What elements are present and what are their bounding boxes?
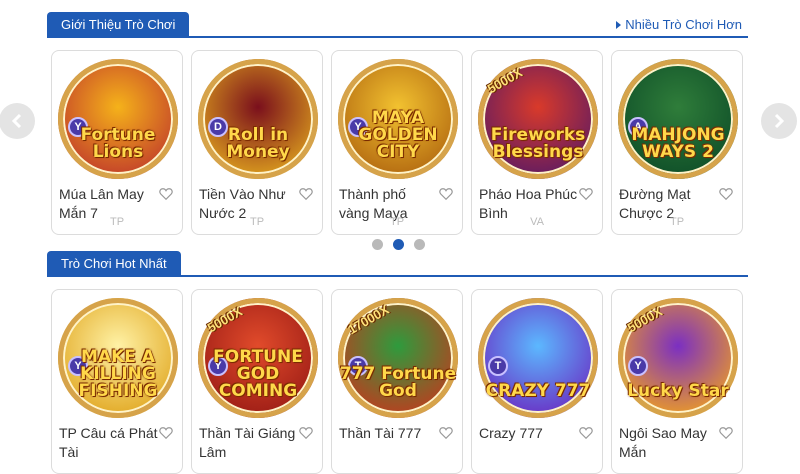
game-logo-text: CRAZY 777 bbox=[485, 381, 591, 401]
more-games-label: Nhiều Trò Chơi Hơn bbox=[625, 17, 742, 32]
carousel-prev-button[interactable] bbox=[0, 103, 35, 139]
chevron-right-icon bbox=[774, 113, 785, 129]
favorite-heart-icon[interactable] bbox=[719, 187, 733, 201]
game-logo-text: MAKE A KILLING FISHING bbox=[78, 347, 158, 401]
favorite-heart-icon[interactable] bbox=[579, 426, 593, 440]
game-logo-text: FORTUNE GOD COMING bbox=[213, 347, 303, 401]
favorite-heart-icon[interactable] bbox=[299, 187, 313, 201]
game-logo-text: 777 Fortune God bbox=[339, 364, 457, 401]
carousel-dots bbox=[372, 239, 425, 250]
game-provider: VA bbox=[530, 216, 544, 228]
hot-section-title: Trò Chơi Hot Nhất bbox=[47, 251, 181, 277]
game-thumbnail[interactable]: 5000X Fireworks Blessings bbox=[478, 59, 598, 179]
game-card[interactable]: 17000X T 777 Fortune God Thần Tài 777 bbox=[331, 289, 463, 474]
hot-section-header: Trò Chơi Hot Nhất bbox=[47, 251, 748, 277]
game-card[interactable]: 5000X Y Lucky Star Ngôi Sao May Mắn bbox=[611, 289, 743, 474]
intro-games-list: Y Fortune Lions Múa Lân May Mắn 7 TP D Roll i… bbox=[51, 50, 743, 235]
favorite-heart-icon[interactable] bbox=[439, 187, 453, 201]
game-card[interactable]: 5000X Y FORTUNE GOD COMING Thần Tài Giáng L… bbox=[191, 289, 323, 474]
game-thumbnail[interactable]: T CRAZY 777 bbox=[478, 298, 598, 418]
caret-right-icon bbox=[616, 20, 622, 29]
game-tier-badge: T bbox=[488, 356, 508, 376]
game-name[interactable]: Crazy 777 bbox=[479, 424, 579, 443]
chevron-left-icon bbox=[11, 113, 22, 129]
intro-section-header: Giới Thiệu Trò Chơi Nhiều Trò Chơi Hơn bbox=[47, 12, 748, 38]
game-thumbnail[interactable]: Y Fortune Lions bbox=[58, 59, 178, 179]
intro-section-title: Giới Thiệu Trò Chơi bbox=[47, 12, 190, 38]
game-tier-badge: Y bbox=[628, 356, 648, 376]
game-card[interactable]: A MAHJONG WAYS 2 Đường Mạt Chược 2 TP bbox=[611, 50, 743, 235]
game-card[interactable]: D Roll in Money Tiền Vào Như Nước 2 TP bbox=[191, 50, 323, 235]
game-logo-text: MAYA GOLDEN CITY bbox=[358, 108, 438, 162]
game-thumbnail[interactable]: 5000X Y Lucky Star bbox=[618, 298, 738, 418]
carousel-dot[interactable] bbox=[393, 239, 404, 250]
game-card[interactable]: Y Fortune Lions Múa Lân May Mắn 7 TP bbox=[51, 50, 183, 235]
game-provider: TP bbox=[109, 216, 125, 228]
game-logo-text: Fortune Lions bbox=[80, 125, 156, 162]
game-card[interactable]: Y MAYA GOLDEN CITY Thành phố vàng Maya TP bbox=[331, 50, 463, 235]
game-thumbnail[interactable]: Y MAKE A KILLING FISHING bbox=[58, 298, 178, 418]
game-name[interactable]: Thần Tài Giáng Lâm bbox=[199, 424, 299, 462]
game-provider: TP bbox=[669, 216, 685, 228]
carousel-next-button[interactable] bbox=[761, 103, 797, 139]
game-logo-text: MAHJONG WAYS 2 bbox=[631, 125, 725, 162]
game-thumbnail[interactable]: A MAHJONG WAYS 2 bbox=[618, 59, 738, 179]
carousel-dot[interactable] bbox=[414, 239, 425, 250]
game-logo-text: Roll in Money bbox=[226, 125, 290, 162]
favorite-heart-icon[interactable] bbox=[579, 187, 593, 201]
game-card[interactable]: T CRAZY 777 Crazy 777 bbox=[471, 289, 603, 474]
game-name[interactable]: TP Câu cá Phát Tài bbox=[59, 424, 159, 462]
game-thumbnail[interactable]: D Roll in Money bbox=[198, 59, 318, 179]
game-provider: TP bbox=[389, 216, 405, 228]
game-thumbnail[interactable]: Y MAYA GOLDEN CITY bbox=[338, 59, 458, 179]
hot-games-list: Y MAKE A KILLING FISHING TP Câu cá Phát Tà… bbox=[51, 289, 743, 474]
game-provider: TP bbox=[249, 216, 265, 228]
game-logo-text: Fireworks Blessings bbox=[490, 125, 586, 162]
favorite-heart-icon[interactable] bbox=[159, 187, 173, 201]
game-card[interactable]: Y MAKE A KILLING FISHING TP Câu cá Phát Tà… bbox=[51, 289, 183, 474]
more-games-link[interactable]: Nhiều Trò Chơi Hơn bbox=[616, 17, 742, 32]
game-card[interactable]: 5000X Fireworks Blessings Pháo Hoa Phúc Bì… bbox=[471, 50, 603, 235]
game-name[interactable]: Ngôi Sao May Mắn bbox=[619, 424, 719, 462]
favorite-heart-icon[interactable] bbox=[159, 426, 173, 440]
carousel-dot[interactable] bbox=[372, 239, 383, 250]
favorite-heart-icon[interactable] bbox=[439, 426, 453, 440]
favorite-heart-icon[interactable] bbox=[299, 426, 313, 440]
favorite-heart-icon[interactable] bbox=[719, 426, 733, 440]
game-logo-text: Lucky Star bbox=[627, 381, 729, 401]
game-thumbnail[interactable]: 5000X Y FORTUNE GOD COMING bbox=[198, 298, 318, 418]
game-thumbnail[interactable]: 17000X T 777 Fortune God bbox=[338, 298, 458, 418]
game-name[interactable]: Thần Tài 777 bbox=[339, 424, 439, 443]
